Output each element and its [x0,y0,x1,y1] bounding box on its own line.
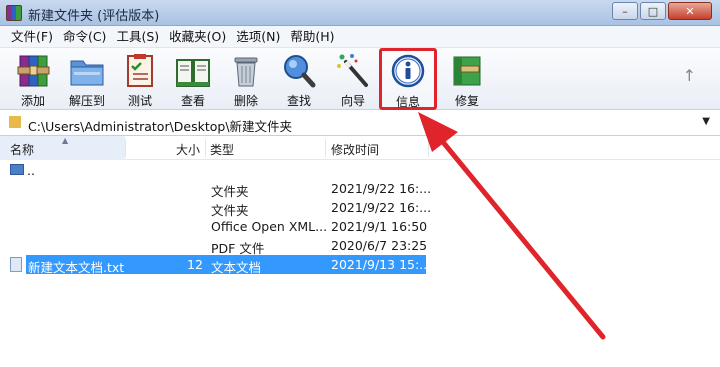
file-list-header: ▲ 名称 大小 类型 修改时间 [0,136,720,160]
column-modified[interactable]: 修改时间 [331,141,379,158]
row-name: .. [27,163,35,178]
column-type[interactable]: 类型 [210,141,234,158]
test-button[interactable]: 测试 [113,50,167,108]
address-path: C:\Users\Administrator\Desktop\新建文件夹 [28,119,293,134]
menu-favorites[interactable]: 收藏夹(O) [164,26,231,48]
info-button[interactable]: 信息 [379,48,437,110]
folder-icon [9,116,21,128]
wizard-button[interactable]: 向导 [326,50,380,108]
window-controls: – □ ✕ [612,2,712,20]
row-name: 新建文本文档.txt [28,260,125,275]
table-row[interactable]: 文件夹 2021/9/22 16:... [0,198,720,218]
parent-folder-icon [10,164,24,175]
maximize-button[interactable]: □ [640,2,666,20]
info-label: 信息 [395,95,420,109]
parent-folder-row[interactable]: .. [0,161,720,180]
info-icon [389,53,427,91]
magnifier-icon [280,52,318,90]
archive-books-icon [14,52,52,90]
extract-to-button[interactable]: 解压到 [60,50,114,108]
clipboard-check-icon [121,52,159,90]
row-type: Office Open XML... [211,219,328,234]
row-type: 文本文档 [211,260,262,275]
toolbar-scroll-up-icon[interactable]: ↑ [683,66,696,85]
toolbar: 添加 解压到 测试 查看 删除 查找 向导 信息 修复 ↑ [0,48,720,110]
open-book-icon [174,52,212,90]
find-label: 查找 [286,94,311,108]
menu-tools[interactable]: 工具(S) [111,26,164,48]
text-file-icon [10,257,22,272]
sort-ascending-icon: ▲ [62,136,69,145]
row-size: 12 [187,257,203,272]
menu-commands[interactable]: 命令(C) [58,26,111,48]
file-list: ▲ 名称 大小 类型 修改时间 .. 文件夹 2021/9/22 16:... … [0,136,720,367]
row-modified: 2021/9/22 16:... [331,181,432,196]
minimize-button[interactable]: – [612,2,638,20]
row-modified: 2020/6/7 23:25 [331,238,428,253]
winrar-app-icon [6,5,22,21]
menu-options[interactable]: 选项(N) [231,26,285,48]
add-button[interactable]: 添加 [6,50,60,108]
row-modified: 2021/9/1 16:50 [331,219,428,234]
folder-extract-icon [68,52,106,90]
title-bar: 新建文件夹 (评估版本) – □ ✕ [0,0,720,26]
test-label: 测试 [127,94,152,108]
column-size[interactable]: 大小 [176,141,200,158]
selected-file-row[interactable]: 新建文本文档.txt 12 文本文档 2021/9/13 15:... [0,255,720,275]
extract-to-label: 解压到 [68,94,105,108]
view-label: 查看 [180,94,205,108]
menu-help[interactable]: 帮助(H) [285,26,339,48]
menu-bar: 文件(F) 命令(C) 工具(S) 收藏夹(O) 选项(N) 帮助(H) [0,26,720,48]
window-title: 新建文件夹 (评估版本) [28,9,160,24]
green-box-repair-icon [448,52,486,90]
wizard-label: 向导 [340,94,365,108]
delete-label: 删除 [233,94,258,108]
table-row[interactable]: 文件夹 2021/9/22 16:... [0,179,720,199]
table-row[interactable]: Office Open XML... 2021/9/1 16:50 [0,217,720,236]
row-modified: 2021/9/13 15:... [331,257,432,272]
add-label: 添加 [20,94,45,108]
menu-file[interactable]: 文件(F) [6,26,58,48]
column-name[interactable]: 名称 [10,141,34,158]
trash-can-icon [227,52,265,90]
view-button[interactable]: 查看 [166,50,220,108]
delete-button[interactable]: 删除 [219,50,273,108]
address-dropdown-icon[interactable]: ▼ [702,116,710,127]
repair-label: 修复 [454,94,479,108]
find-button[interactable]: 查找 [272,50,326,108]
row-modified: 2021/9/22 16:... [331,200,432,215]
close-button[interactable]: ✕ [668,2,712,20]
table-row[interactable]: PDF 文件 2020/6/7 23:25 [0,236,720,256]
repair-button[interactable]: 修复 [440,50,494,108]
magic-wand-icon [334,52,372,90]
address-bar[interactable]: C:\Users\Administrator\Desktop\新建文件夹 ▼ [0,110,720,136]
